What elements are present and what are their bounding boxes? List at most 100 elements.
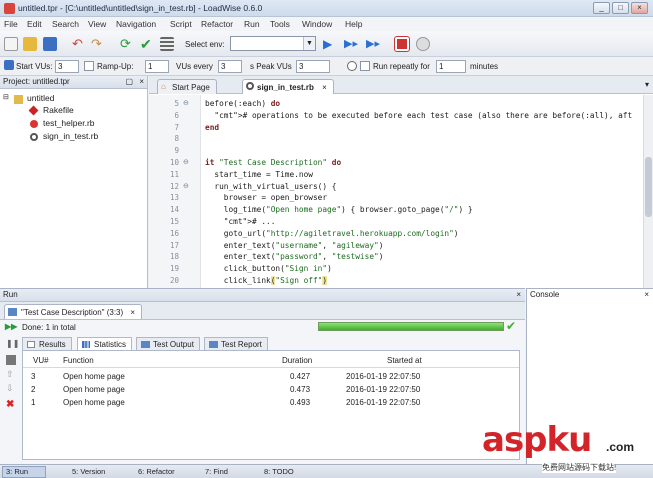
code-line[interactable]: enter_text("username", "agileway") <box>205 241 384 250</box>
menu-script[interactable]: Script <box>170 19 192 29</box>
code-line[interactable]: run_with_virtual_users() { <box>205 182 336 191</box>
menu-bar: File Edit Search View Navigation Script … <box>0 17 653 31</box>
redo-icon[interactable]: ↷ <box>91 37 105 51</box>
line-number: 12 <box>169 181 179 191</box>
code-line[interactable]: "cmt"># operations to be executed before… <box>205 111 632 120</box>
status-version[interactable]: 5: Version <box>72 467 105 476</box>
tab-run-test[interactable]: "Test Case Description" (3:3) × <box>4 304 143 319</box>
tree-file-test-helper[interactable]: test_helper.rb <box>43 118 95 128</box>
vus-every-input[interactable]: 3 <box>218 60 242 73</box>
new-file-icon[interactable] <box>4 37 18 51</box>
column-duration[interactable]: Duration <box>282 356 312 365</box>
ramp-up-checkbox[interactable] <box>84 61 94 71</box>
menu-window[interactable]: Window <box>302 19 332 29</box>
tab-test-output[interactable]: Test Output <box>136 337 200 350</box>
tree-collapse-icon[interactable]: ⊟ <box>3 93 9 101</box>
status-find[interactable]: 7: Find <box>205 467 228 476</box>
close-window-button[interactable]: × <box>631 2 648 14</box>
code-line[interactable]: log_time("Open home page") { browser.got… <box>205 205 473 214</box>
close-tab-icon[interactable]: × <box>322 83 327 92</box>
repeat-checkbox[interactable] <box>360 61 370 71</box>
refresh-icon[interactable]: ⟳ <box>120 37 134 51</box>
clear-icon[interactable]: ✖ <box>6 399 16 410</box>
restore-panel-icon[interactable]: ▢ <box>125 76 133 88</box>
tree-file-rakefile[interactable]: Rakefile <box>43 105 74 115</box>
status-todo[interactable]: 8: TODO <box>264 467 294 476</box>
column-vu[interactable]: VU# <box>33 356 49 365</box>
menu-search[interactable]: Search <box>52 19 79 29</box>
scrollbar-thumb[interactable] <box>645 157 652 217</box>
env-select[interactable]: ▼ <box>230 36 316 51</box>
menu-tools[interactable]: Tools <box>270 19 290 29</box>
code-line[interactable]: browser = open_browser <box>205 193 327 202</box>
settings-icon[interactable] <box>416 37 430 51</box>
tab-results[interactable]: Results <box>22 337 72 350</box>
code-line[interactable]: end <box>205 123 219 132</box>
save-icon[interactable] <box>43 37 57 51</box>
editor-scrollbar[interactable] <box>643 95 653 288</box>
up-icon[interactable]: ⇧ <box>6 369 16 379</box>
fold-icon[interactable]: ⊖ <box>183 158 189 166</box>
undo-icon[interactable]: ↶ <box>72 37 86 51</box>
run-icon[interactable]: ▶ <box>323 37 337 51</box>
tabs-menu-icon[interactable]: ▾ <box>645 80 649 89</box>
stop-icon[interactable] <box>6 355 16 365</box>
ramp-up-input[interactable]: 1 <box>145 60 169 73</box>
code-line[interactable]: start_time = Time.now <box>205 170 313 179</box>
code-line[interactable]: "cmt"># ... <box>205 217 276 226</box>
code-line[interactable]: click_button("Sign in") <box>205 264 332 273</box>
open-folder-icon[interactable] <box>23 37 37 51</box>
tab-test-report[interactable]: Test Report <box>204 337 268 350</box>
column-started-at[interactable]: Started at <box>387 356 422 365</box>
close-tab-icon[interactable]: × <box>130 308 135 317</box>
repeat-input[interactable]: 1 <box>436 60 466 73</box>
fold-icon[interactable]: ⊖ <box>183 99 189 107</box>
menu-refactor[interactable]: Refactor <box>201 19 233 29</box>
tab-start-page[interactable]: ⌂ Start Page <box>157 79 217 94</box>
run-step-icon[interactable]: ▶▸ <box>344 37 358 51</box>
console-header: Console × <box>527 289 653 302</box>
peak-vus-input[interactable]: 3 <box>296 60 330 73</box>
success-check-icon: ✔ <box>506 319 517 333</box>
code-line[interactable]: goto_url("http://agiletravel.herokuapp.c… <box>205 229 459 238</box>
menu-edit[interactable]: Edit <box>27 19 42 29</box>
menu-run[interactable]: Run <box>244 19 260 29</box>
clock-icon <box>347 61 357 71</box>
rerun-icon[interactable]: ▶▶ <box>5 322 17 331</box>
maximize-button[interactable]: □ <box>612 2 629 14</box>
code-line[interactable]: click_link("Sign off") <box>205 276 328 285</box>
list-icon[interactable] <box>160 37 174 51</box>
minimize-button[interactable]: _ <box>593 2 610 14</box>
start-vus-input[interactable]: 3 <box>55 60 79 73</box>
tab-sign-in-test[interactable]: sign_in_test.rb × <box>242 79 334 94</box>
column-function[interactable]: Function <box>63 356 94 365</box>
editor-tabs: ⌂ Start Page sign_in_test.rb × ▾ <box>149 76 653 94</box>
code-line[interactable]: it "Test Case Description" do <box>205 158 341 167</box>
record-icon[interactable] <box>394 36 410 52</box>
status-run[interactable]: 3: Run <box>6 467 28 476</box>
menu-view[interactable]: View <box>88 19 106 29</box>
close-run-button[interactable]: × <box>516 289 521 301</box>
down-icon[interactable]: ⇩ <box>6 383 16 393</box>
code-line[interactable]: enter_text("password", "testwise") <box>205 252 384 261</box>
load-config-bar: Start VUs: 3 Ramp-Up: 1 VUs every 3 s Pe… <box>0 57 653 76</box>
menu-help[interactable]: Help <box>345 19 362 29</box>
tree-file-sign-in-test[interactable]: sign_in_test.rb <box>43 131 98 141</box>
fold-icon[interactable]: ⊖ <box>183 182 189 190</box>
check-icon[interactable]: ✔ <box>140 37 154 51</box>
menu-navigation[interactable]: Navigation <box>116 19 156 29</box>
menu-file[interactable]: File <box>4 19 18 29</box>
chevron-down-icon: ▼ <box>303 37 315 50</box>
run-all-icon[interactable]: ▶▸ <box>366 37 380 51</box>
line-number: 18 <box>169 252 179 262</box>
vus-every-label: VUs every <box>176 62 213 71</box>
pause-icon[interactable]: ❚❚ <box>6 339 19 348</box>
project-title: Project: untitled.tpr <box>3 77 70 86</box>
run-test-icon <box>8 308 17 316</box>
close-console-button[interactable]: × <box>644 289 649 301</box>
tree-root[interactable]: untitled <box>27 93 54 103</box>
code-line[interactable]: before(:each) do <box>205 99 280 108</box>
close-project-button[interactable]: × <box>139 76 144 88</box>
status-refactor[interactable]: 6: Refactor <box>138 467 175 476</box>
tab-statistics[interactable]: Statistics <box>77 337 133 350</box>
